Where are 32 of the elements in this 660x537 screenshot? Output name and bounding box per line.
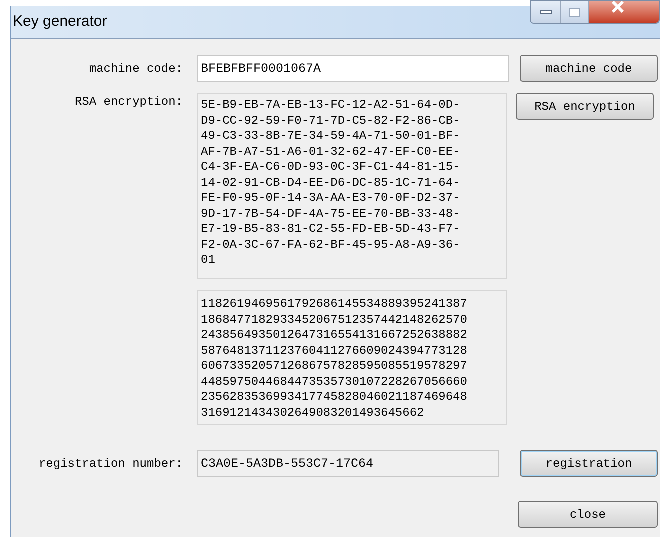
number-text-line: 3169121434302649083201493645662 <box>201 406 424 421</box>
hex-text-line: FE-F0-95-0F-14-3A-AA-E3-70-0F-D2-37- <box>201 191 460 206</box>
hex-text-line: E7-19-B5-83-81-C2-55-FD-EB-5D-43-F7- <box>201 222 460 238</box>
number-text-line: 2438564935012647316554131667252638882 <box>201 328 468 344</box>
hex-text-line: AF-7B-A7-51-A6-01-32-62-47-EF-C0-EE- <box>201 144 460 160</box>
hex-text-line: D9-CC-92-59-F0-71-7D-C5-82-F2-86-CB- <box>201 114 460 129</box>
number-text-line: 2356283536993417745828046021187469648 <box>201 390 468 406</box>
number-text-line: 6067335205712686757828595085519578297 <box>201 359 468 374</box>
close-button[interactable] <box>589 1 659 23</box>
minimize-button[interactable] <box>531 1 561 23</box>
number-text-line: 1182619469561792686145534889395241387 <box>201 297 468 312</box>
window-title: Key generator <box>12 12 108 32</box>
number-text-line: 4485975044684473535730107228267056660 <box>201 374 468 390</box>
hex-text-line: 14-02-91-CB-D4-EE-D6-DC-85-1C-71-64- <box>201 176 460 191</box>
rsa-encryption-button[interactable]: RSA encryption <box>516 93 654 120</box>
number-text-line: 1868477182933452067512357442148262570 <box>201 312 468 328</box>
hex-text-line: F2-0A-3C-67-FA-62-BF-45-95-A8-A9-36- <box>201 238 460 253</box>
registration-button[interactable]: registration <box>520 450 658 477</box>
hex-text-line: 9D-17-7B-54-DF-4A-75-EE-70-BB-33-48- <box>201 206 460 222</box>
close-dialog-button[interactable]: close <box>518 501 658 528</box>
hex-text-line: 5E-B9-EB-7A-EB-13-FC-12-A2-51-64-0D- <box>201 98 460 114</box>
field-label: registration number: <box>38 456 184 472</box>
field-label: RSA encryption: <box>74 94 184 111</box>
machine-code-field[interactable]: BFEBFBFF0001067A <box>197 55 509 82</box>
number-text-line: 5876481371123760411276609024394773128 <box>201 344 468 359</box>
close-icon <box>611 1 625 13</box>
hex-text-line: 01 <box>201 253 216 268</box>
machine-code-button[interactable]: machine code <box>520 55 658 82</box>
registration-number-field[interactable]: C3A0E-5A3DB-553C7-17C64 <box>197 450 499 477</box>
hex-text-line: 49-C3-33-8B-7E-34-59-4A-71-50-01-BF- <box>201 129 460 144</box>
hex-text-line: C4-3F-EA-C6-0D-93-0C-3F-C1-44-81-15- <box>201 160 460 176</box>
field-label: machine code: <box>88 60 184 78</box>
